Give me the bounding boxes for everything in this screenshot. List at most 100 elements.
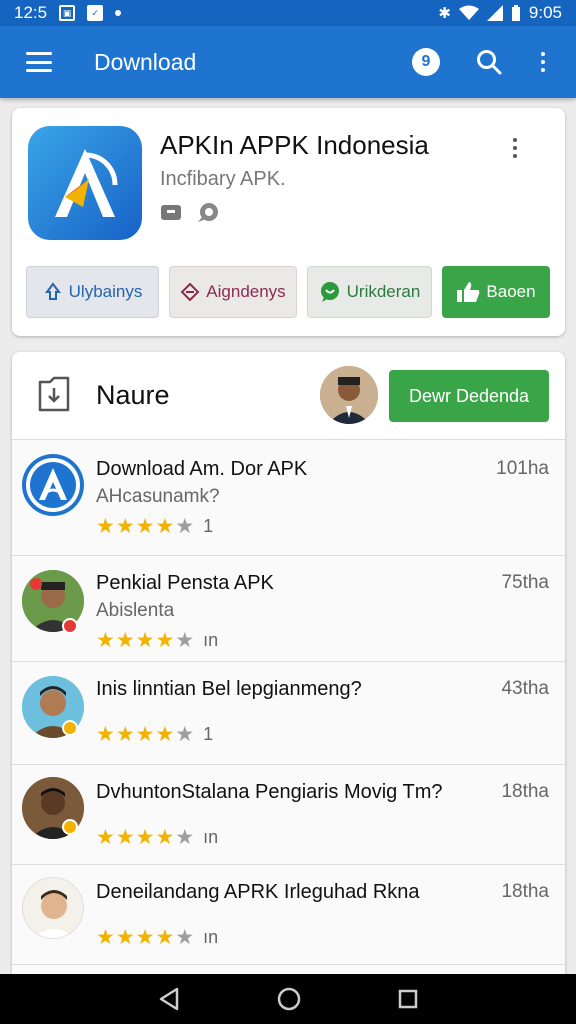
more-options-icon[interactable] <box>538 52 548 72</box>
star-filled-icon: ★ <box>155 826 175 849</box>
list-item[interactable]: DvhuntonStalana Pengiaris Movig Tm? 18th… <box>12 765 565 865</box>
back-icon[interactable] <box>158 987 180 1011</box>
list-item[interactable]: Penkial Pensta APK Abislenta 75tha ★ ★ ★ ★ ★… <box>12 556 565 662</box>
share-button[interactable]: Ulybainys <box>26 266 159 318</box>
item-title: Download Am. Dor APK <box>96 458 308 480</box>
list-item[interactable]: Inis linntian Bel lepgianmeng? 43tha ★ ★ ★… <box>12 662 565 765</box>
bluetooth-icon: ✱ <box>438 5 451 22</box>
star-filled-icon: ★ <box>96 926 115 949</box>
item-title: Inis linntian Bel lepgianmeng? <box>96 678 362 700</box>
app-title: APKIn APPK Indonesia <box>160 130 429 160</box>
rating-stars: ★ ★ ★ ★ ★ ın <box>96 825 218 850</box>
tag-button-label: Aigndenys <box>206 282 286 301</box>
menu-icon[interactable] <box>26 52 52 72</box>
tag-icon <box>180 282 200 302</box>
list-item[interactable]: Download Am. Dor APK AHcasunamk? 101ha ★… <box>12 440 565 556</box>
star-empty-icon: ★ <box>175 629 195 652</box>
star-filled-icon: ★ <box>135 515 155 538</box>
download-list-card: Naure Dewr Dedenda Download Am. Dor APK … <box>12 352 565 992</box>
app-logo-icon <box>28 126 142 240</box>
list-item[interactable]: Deneilandang APRK Irleguhad Rkna 18tha ★… <box>12 865 565 965</box>
thumbs-up-icon <box>457 282 480 302</box>
like-button-label: Baoen <box>486 282 536 301</box>
header-action-button[interactable]: Dewr Dedenda <box>389 370 549 422</box>
item-time: 18tha <box>501 781 549 802</box>
star-filled-icon: ★ <box>115 723 135 746</box>
star-filled-icon: ★ <box>115 629 135 652</box>
rating-count: ın <box>203 630 219 650</box>
status-badge-icon <box>62 618 78 634</box>
chat-button[interactable]: Urikderan <box>307 266 432 318</box>
star-empty-icon: ★ <box>175 926 195 949</box>
battery-icon <box>511 4 520 21</box>
search-icon[interactable] <box>476 49 502 75</box>
status-badge-icon <box>62 819 78 835</box>
star-filled-icon: ★ <box>115 826 135 849</box>
star-filled-icon: ★ <box>115 926 135 949</box>
list-title: Naure <box>96 380 170 410</box>
star-empty-icon: ★ <box>175 515 195 538</box>
like-button[interactable]: Baoen <box>442 266 550 318</box>
rating-count: 1 <box>203 724 214 744</box>
star-filled-icon: ★ <box>155 515 175 538</box>
item-subtitle: AHcasunamk? <box>96 486 220 507</box>
app-options-icon[interactable] <box>513 138 517 158</box>
item-time: 18tha <box>501 881 549 902</box>
star-filled-icon: ★ <box>96 826 115 849</box>
user-avatar[interactable] <box>320 366 378 424</box>
rating-count: ın <box>203 927 219 947</box>
status-bar: 12:5 ▣ ✓ ✱ 9:05 <box>0 0 576 26</box>
home-icon[interactable] <box>277 987 301 1011</box>
star-filled-icon: ★ <box>155 926 175 949</box>
star-empty-icon: ★ <box>175 826 195 849</box>
rating-stars: ★ ★ ★ ★ ★ 1 <box>96 514 213 539</box>
rating-stars: ★ ★ ★ ★ ★ ın <box>96 628 218 653</box>
star-filled-icon: ★ <box>115 515 135 538</box>
rating-count: ın <box>203 827 219 847</box>
item-subtitle: Abislenta <box>96 600 175 621</box>
chat-icon <box>320 282 339 302</box>
inbox-icon <box>161 205 181 220</box>
share-button-label: Ulybainys <box>68 282 143 301</box>
star-filled-icon: ★ <box>96 515 115 538</box>
item-title: Penkial Pensta APK <box>96 572 274 594</box>
star-filled-icon: ★ <box>135 723 155 746</box>
star-empty-icon: ★ <box>175 723 195 746</box>
star-filled-icon: ★ <box>96 723 115 746</box>
share-icon <box>44 282 61 300</box>
rating-count: 1 <box>203 516 214 536</box>
app-avatar-icon <box>22 454 84 516</box>
item-title: Deneilandang APRK Irleguhad Rkna <box>96 881 420 903</box>
app-bar: Download 9 <box>0 26 576 98</box>
app-notification-icon: ✓ <box>87 5 104 21</box>
star-filled-icon: ★ <box>135 826 155 849</box>
item-title: DvhuntonStalana Pengiaris Movig Tm? <box>96 781 443 803</box>
item-time: 75tha <box>501 572 549 593</box>
star-filled-icon: ★ <box>96 629 115 652</box>
star-filled-icon: ★ <box>155 629 175 652</box>
rating-stars: ★ ★ ★ ★ ★ 1 <box>96 722 213 747</box>
wifi-icon <box>458 5 479 20</box>
app-card: APKIn APPK Indonesia Incfibary APK. Ulyb… <box>12 108 565 336</box>
system-nav-bar <box>0 974 576 1024</box>
list-header: Naure Dewr Dedenda <box>12 352 565 440</box>
item-time: 43tha <box>501 678 549 699</box>
recents-icon[interactable] <box>398 989 418 1009</box>
star-filled-icon: ★ <box>155 723 175 746</box>
chat-button-label: Urikderan <box>346 282 421 301</box>
tag-button[interactable]: Aigndenys <box>169 266 297 318</box>
status-time-right: 9:05 <box>528 3 562 22</box>
status-time-left: 12:5 <box>14 3 48 22</box>
notification-badge[interactable]: 9 <box>412 48 440 76</box>
user-avatar <box>22 877 84 939</box>
gallery-notification-icon: ▣ <box>59 5 76 21</box>
signal-icon <box>486 5 503 21</box>
star-filled-icon: ★ <box>135 629 155 652</box>
chat-bubble-icon <box>198 203 218 222</box>
status-badge-icon <box>62 720 78 736</box>
app-subtitle: Incfibary APK. <box>160 168 286 190</box>
download-folder-icon <box>38 376 70 412</box>
item-time: 101ha <box>496 458 549 479</box>
page-title: Download <box>94 48 197 75</box>
rating-stars: ★ ★ ★ ★ ★ ın <box>96 925 218 950</box>
